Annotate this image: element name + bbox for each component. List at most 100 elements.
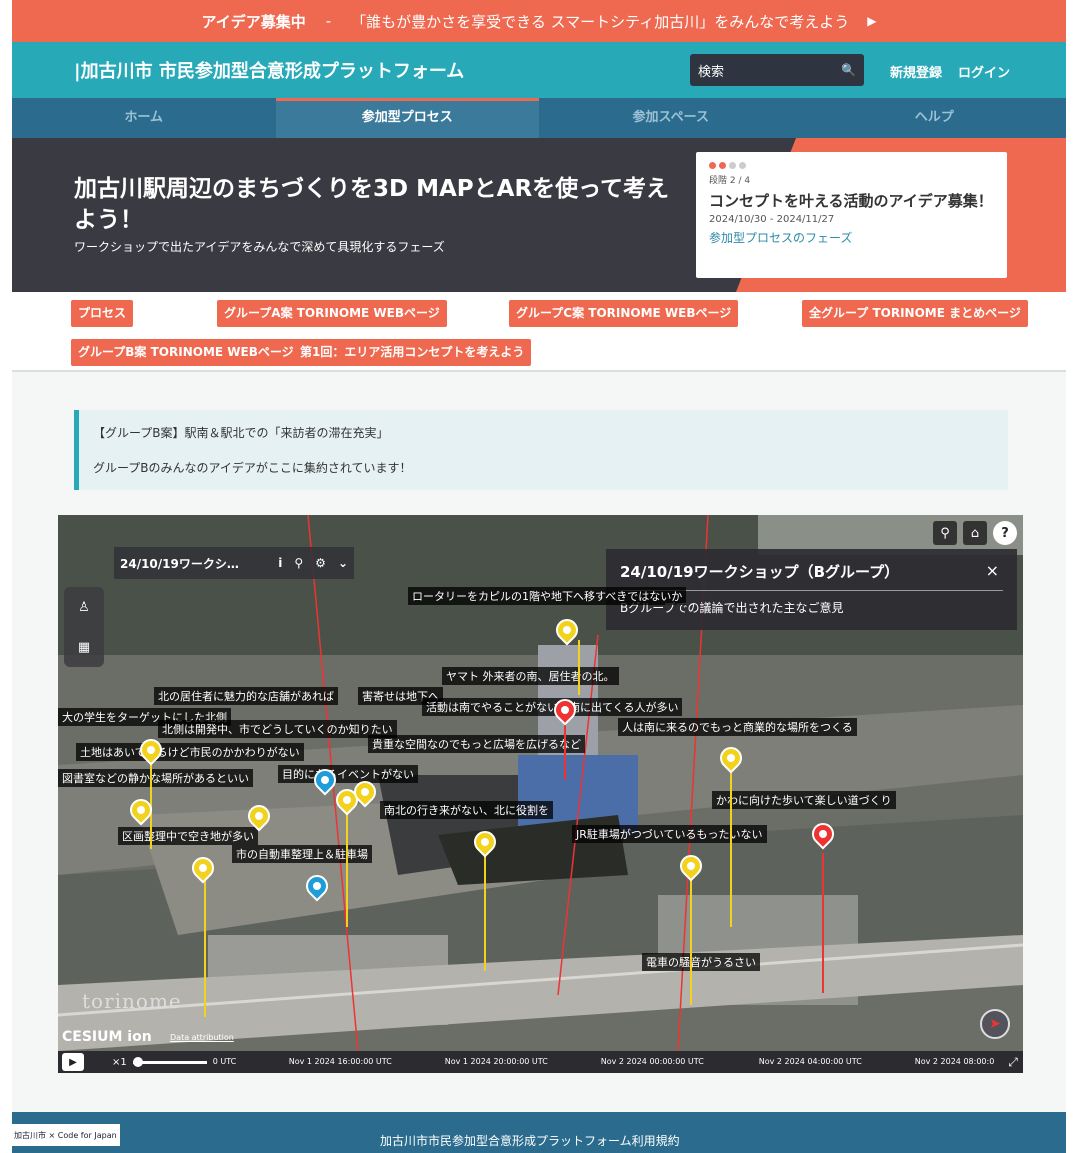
fullscreen-icon[interactable]: ⤢ [1003, 1055, 1023, 1070]
banner-separator: - [325, 12, 332, 30]
page: アイデア募集中 - 「誰もが豊かさを享受できる スマートシティ加古川」をみんなで… [0, 0, 1080, 1153]
map-icon[interactable]: ▦ [78, 640, 90, 655]
data-attribution-link[interactable]: Data attribution [170, 1033, 234, 1042]
layer-panel-title: 24/10/19ワークシ… [120, 556, 239, 571]
pin-stem [346, 807, 348, 927]
map-label[interactable]: ロータリーをカピルの1階や地下へ移すべきではないか [408, 587, 687, 605]
banner-label: アイデア募集中 [201, 12, 306, 31]
map-label[interactable]: 図書室などの静かな場所があるといい [58, 769, 253, 787]
close-icon[interactable]: × [986, 561, 999, 580]
main-content: 【グループB案】駅南＆駅北での「来訪者の滞在充実」 グループBのみんなのアイデア… [12, 372, 1066, 1112]
map-label[interactable]: 活動は南でやることがない。南に出てくる人が多い [422, 698, 683, 716]
tag-all-groups[interactable]: 全グループ TORINOME まとめページ [802, 300, 1028, 327]
map-top-icons: ⚲ ⌂ ? [933, 521, 1017, 545]
pin-stem [484, 851, 486, 971]
map-label[interactable]: 目的になるイベントがない [278, 765, 418, 783]
tag-process[interactable]: プロセス [71, 300, 134, 327]
speed-slider[interactable] [132, 1056, 207, 1067]
pin-stem [564, 720, 566, 780]
timeline-tick: Nov 2 2024 08:00:0 [914, 1057, 995, 1066]
phase-dot [729, 162, 736, 169]
tag-group-c[interactable]: グループC案 TORINOME WEBページ [509, 300, 739, 327]
map-label[interactable]: 土地はあいているけど市民のかかわりがない [76, 743, 304, 761]
phase-dot [739, 162, 746, 169]
register-link[interactable]: 新規登録 [890, 62, 942, 81]
map-label[interactable]: 北の居住者に魅力的な店舗があれば [154, 687, 338, 705]
search-input[interactable]: 検索 🔍 [690, 54, 864, 86]
phase-title: コンセプトを叶える活動のアイデア募集！ [709, 192, 993, 210]
map-side-tools: ♙ ▦ [64, 587, 104, 667]
auth-links: 新規登録 ログイン [890, 62, 1010, 81]
tag-group-b[interactable]: グループB案 TORINOME WEBページ [71, 339, 301, 366]
map-label[interactable]: 貴重な空間なのでもっと広場を広げるなど [368, 735, 585, 753]
play-arrow-icon: ▶ [867, 14, 877, 28]
gear-icon[interactable]: ⚙ [315, 556, 326, 570]
map-viewer[interactable]: 24/10/19ワークシ… i ⚲ ⚙ ⌄ ♙ ▦ ⚲ ⌂ ? 24/10/19… [58, 515, 1023, 1073]
site-title[interactable]: |加古川市 市民参加型合意形成プラットフォーム [74, 57, 464, 83]
phase-dot [719, 162, 726, 169]
map-label[interactable]: 北側は開発中、市でどうしていくのか知りたい [158, 720, 397, 738]
map-label[interactable]: 市の自動車整理上＆駐車場 [232, 845, 372, 863]
person-icon[interactable]: ♙ [78, 600, 90, 615]
home-icon[interactable]: ⌂ [963, 521, 987, 545]
phase-link[interactable]: 参加型プロセスのフェーズ [709, 229, 994, 246]
tag-first-session[interactable]: 第1回：エリア活用コンセプトを考えよう [293, 339, 532, 366]
phase-progress-dots [709, 162, 994, 169]
phase-date: 2024/10/30 - 2024/11/27 [709, 214, 835, 225]
map-label[interactable]: かわに向けた歩いて楽しい道づくり [712, 791, 896, 809]
cesium-logo[interactable]: CESIUM ion [62, 1029, 152, 1045]
hero-subtitle: ワークショップで出たアイデアをみんなで深めて具現化するフェーズ [74, 240, 445, 254]
info-title: 24/10/19ワークショップ（Bグループ） [620, 563, 900, 581]
map-label[interactable]: ヤマト 外来者の南、居住者の北。 [442, 667, 619, 685]
partner-logo: 加古川市 × Code for Japan [10, 1124, 120, 1146]
map-label[interactable]: 人は南に来るのでもっと商業的な場所をつくる [618, 718, 857, 736]
timeline-tick: Nov 2 2024 00:00:00 UTC [600, 1057, 704, 1066]
pin-stem [730, 767, 732, 927]
group-note: 【グループB案】駅南＆駅北での「来訪者の滞在充実」 グループBのみんなのアイデア… [74, 410, 1008, 490]
map-label[interactable]: JR駐車場がつづいているもったいない [572, 825, 767, 843]
site-header: |加古川市 市民参加型合意形成プラットフォーム 検索 🔍 新規登録 ログイン [12, 42, 1066, 98]
tag-group-a[interactable]: グループA案 TORINOME WEBページ [217, 300, 447, 327]
speed-indicator[interactable]: ×1 [112, 1057, 127, 1068]
note-body: グループBのみんなのアイデアがここに集約されています！ [93, 461, 412, 475]
timeline-bar[interactable]: ▶ ×1 0 UTC Nov 1 2024 16:00:00 UTC Nov 1… [58, 1051, 1023, 1073]
chevron-down-icon[interactable]: ⌄ [338, 556, 348, 570]
play-icon[interactable]: ▶ [62, 1053, 84, 1071]
note-title: 【グループB案】駅南＆駅北での「来訪者の滞在充実」 [93, 426, 389, 440]
pin-stem [578, 640, 580, 695]
tab-help[interactable]: ヘルプ [803, 98, 1067, 138]
idea-banner[interactable]: アイデア募集中 - 「誰もが豊かさを享受できる スマートシティ加古川」をみんなで… [12, 0, 1066, 42]
search-icon[interactable]: ⚲ [294, 556, 303, 570]
hero-banner: 加古川駅周辺のまちづくりを3D MAPとARを使って考えよう！ ワークショップで… [12, 138, 1066, 292]
compass-icon[interactable]: ➤ [980, 1009, 1010, 1039]
map-label[interactable]: 区画整理中で空き地が多い [118, 827, 258, 845]
tag-list: プロセス グループA案 TORINOME WEBページ グループC案 TORIN… [12, 292, 1066, 372]
pin-stem [690, 875, 692, 1005]
pin-stem [204, 877, 206, 1017]
layer-panel[interactable]: 24/10/19ワークシ… i ⚲ ⚙ ⌄ [114, 547, 354, 579]
terms-link[interactable]: 加古川市市民参加型合意形成プラットフォーム利用規約 [380, 1132, 680, 1149]
map-label[interactable]: 南北の行き来がない、北に役割を [380, 801, 553, 819]
timeline-tick: Nov 1 2024 20:00:00 UTC [444, 1057, 548, 1066]
timeline-tick: Nov 1 2024 16:00:00 UTC [288, 1057, 392, 1066]
partner-logo-text: 加古川市 × Code for Japan [14, 1130, 117, 1140]
tab-participation-space[interactable]: 参加スペース [539, 98, 803, 138]
search-icon[interactable]: ⚲ [933, 521, 957, 545]
pin-stem [822, 853, 824, 993]
tab-home[interactable]: ホーム [12, 98, 276, 138]
login-link[interactable]: ログイン [958, 62, 1010, 81]
phase-card: 段階 2 / 4 コンセプトを叶える活動のアイデア募集！ 2024/10/30 … [696, 152, 1007, 278]
main-nav: ホーム 参加型プロセス 参加スペース ヘルプ [12, 98, 1066, 138]
banner-message[interactable]: 「誰もが豊かさを享受できる スマートシティ加古川」をみんなで考えよう [351, 11, 849, 32]
torinome-watermark: torinome [82, 989, 182, 1013]
timeline-ticks[interactable]: 0 UTC Nov 1 2024 16:00:00 UTC Nov 1 2024… [207, 1051, 1003, 1073]
map-label[interactable]: 電車の騒音がうるさい [642, 953, 760, 971]
tab-participatory-process[interactable]: 参加型プロセス [275, 98, 539, 138]
search-placeholder: 検索 [698, 64, 725, 80]
info-icon[interactable]: i [278, 556, 282, 570]
search-icon[interactable]: 🔍 [841, 63, 856, 77]
timeline-tick: Nov 2 2024 04:00:00 UTC [758, 1057, 862, 1066]
timeline-tick: 0 UTC [212, 1057, 237, 1066]
help-icon[interactable]: ? [993, 521, 1017, 545]
hero-title: 加古川駅周辺のまちづくりを3D MAPとARを使って考えよう！ [74, 176, 670, 233]
